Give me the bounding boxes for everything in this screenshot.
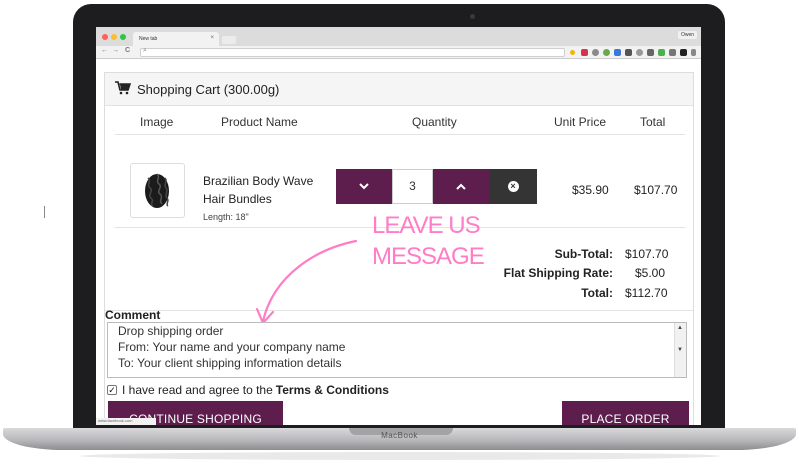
column-header-total: Total bbox=[640, 115, 666, 129]
place-order-button[interactable]: PLACE ORDER bbox=[562, 401, 689, 425]
comment-line: To: Your client shipping information det… bbox=[118, 356, 342, 370]
comment-line: Drop shipping order bbox=[118, 324, 224, 338]
hair-bundle-image bbox=[145, 173, 169, 208]
subtotal-value: $107.70 bbox=[625, 247, 669, 261]
profile-button[interactable]: Owen bbox=[677, 31, 697, 39]
annotation-arrow-icon bbox=[255, 239, 358, 325]
column-header-quantity: Quantity bbox=[412, 115, 457, 129]
laptop-brand: MacBook bbox=[381, 431, 418, 440]
extension-icon[interactable] bbox=[680, 49, 687, 56]
extension-icon[interactable] bbox=[647, 49, 654, 56]
section-divider bbox=[105, 310, 693, 311]
comment-label: Comment bbox=[105, 308, 161, 322]
status-bar: www.facebook.com bbox=[96, 418, 156, 425]
browser-tab-bar: New tab × Owen bbox=[96, 27, 701, 46]
extension-icon[interactable] bbox=[603, 49, 610, 56]
terms-text: I have read and agree to the bbox=[122, 383, 273, 397]
browser-toolbar: ← → C ⌕ bbox=[96, 46, 701, 59]
textarea-scrollbar[interactable]: ▲ ▼ bbox=[674, 323, 686, 377]
address-bar[interactable]: ⌕ bbox=[140, 47, 565, 57]
total-value: $112.70 bbox=[625, 286, 668, 300]
divider bbox=[44, 206, 45, 218]
line-total: $107.70 bbox=[634, 183, 678, 197]
extension-icon[interactable] bbox=[658, 49, 665, 56]
product-image[interactable] bbox=[130, 163, 185, 218]
unit-price: $35.90 bbox=[572, 183, 609, 197]
total-label: Total: bbox=[581, 286, 613, 300]
product-name-link[interactable]: Brazilian Body Wave Hair Bundles bbox=[203, 172, 333, 208]
comment-textarea[interactable]: Drop shipping order From: Your name and … bbox=[107, 322, 687, 378]
forward-icon[interactable]: → bbox=[112, 47, 119, 54]
increase-quantity-button[interactable] bbox=[433, 169, 489, 204]
minimize-window-dot[interactable] bbox=[111, 34, 117, 40]
comment-line: From: Your name and your company name bbox=[118, 340, 346, 354]
annotation-text-line2: MESSAGE bbox=[372, 243, 485, 270]
reload-icon[interactable]: C bbox=[125, 47, 130, 54]
terms-checkbox[interactable]: ✓ bbox=[107, 385, 117, 395]
cart-title: Shopping Cart (300.00g) bbox=[137, 82, 280, 97]
extension-icon[interactable] bbox=[581, 49, 588, 56]
browser-tab[interactable]: New tab × bbox=[133, 32, 219, 46]
extension-icon[interactable] bbox=[636, 49, 643, 56]
extension-icon[interactable] bbox=[592, 49, 599, 56]
menu-icon[interactable] bbox=[691, 49, 696, 56]
cart-header: Shopping Cart (300.00g) bbox=[105, 73, 693, 106]
laptop-base: MacBook bbox=[3, 428, 796, 450]
terms-agreement: ✓ I have read and agree to the Terms & C… bbox=[107, 383, 389, 397]
back-icon[interactable]: ← bbox=[101, 47, 108, 54]
decrease-quantity-button[interactable] bbox=[336, 169, 392, 204]
laptop-mockup: MacBook New tab × Owen ← → C ⌕ Shopping … bbox=[0, 0, 799, 467]
chevron-down-icon bbox=[359, 183, 369, 190]
scroll-down-icon[interactable]: ▼ bbox=[677, 347, 683, 353]
shopping-cart-icon bbox=[115, 81, 131, 95]
extension-icon[interactable] bbox=[625, 49, 632, 56]
camera-dot bbox=[470, 14, 475, 19]
new-tab-button[interactable] bbox=[222, 36, 236, 44]
tab-close-icon[interactable]: × bbox=[210, 35, 214, 41]
subtotal-label: Sub-Total: bbox=[554, 247, 613, 261]
search-icon: ⌕ bbox=[143, 47, 147, 54]
terms-link[interactable]: Terms & Conditions bbox=[276, 383, 389, 397]
shipping-label: Flat Shipping Rate: bbox=[503, 266, 613, 280]
bookmark-star-icon[interactable] bbox=[570, 50, 575, 55]
quantity-input[interactable]: 3 bbox=[392, 169, 433, 204]
column-header-product: Product Name bbox=[221, 115, 298, 129]
chevron-up-icon bbox=[456, 183, 466, 190]
remove-circle-icon: × bbox=[507, 181, 519, 192]
laptop-screen: New tab × Owen ← → C ⌕ Shopping Cart (30… bbox=[96, 27, 701, 425]
product-option: Length: 18" bbox=[203, 212, 249, 222]
maximize-window-dot[interactable] bbox=[120, 34, 126, 40]
laptop-shadow bbox=[80, 452, 720, 460]
annotation-text-line1: LEAVE US bbox=[372, 212, 481, 239]
extension-icon[interactable] bbox=[614, 49, 621, 56]
page-content: Shopping Cart (300.00g) Image Product Na… bbox=[96, 59, 701, 425]
extension-icon[interactable] bbox=[669, 49, 676, 56]
tab-title: New tab bbox=[139, 36, 158, 42]
column-header-image: Image bbox=[140, 115, 174, 129]
close-window-dot[interactable] bbox=[102, 34, 108, 40]
column-header-unit-price: Unit Price bbox=[554, 115, 607, 129]
scroll-up-icon[interactable]: ▲ bbox=[677, 325, 683, 331]
table-divider bbox=[115, 134, 685, 135]
shipping-value: $5.00 bbox=[635, 266, 666, 280]
remove-item-button[interactable]: × bbox=[489, 169, 537, 204]
